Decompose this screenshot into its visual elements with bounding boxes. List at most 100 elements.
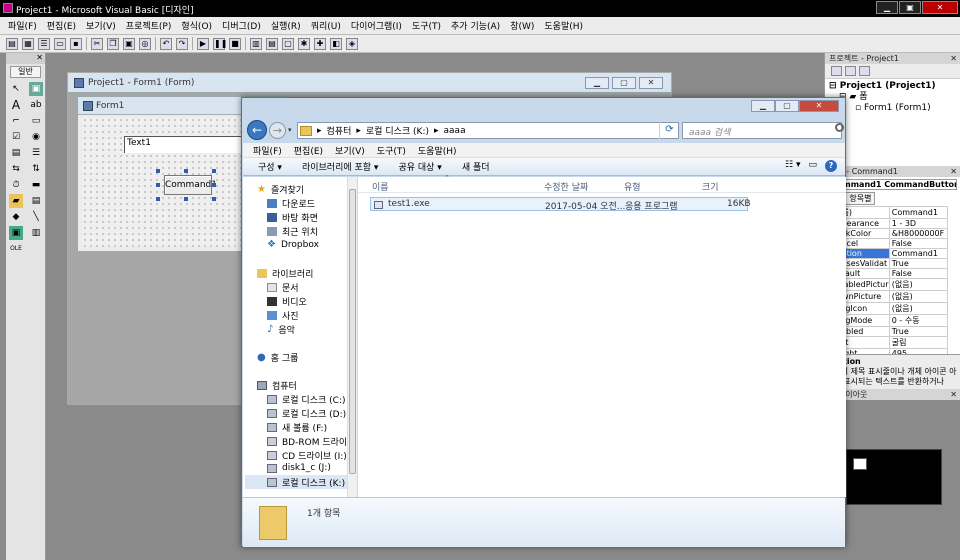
nav-pictures[interactable]: 사진 bbox=[267, 309, 299, 322]
menu-diagram[interactable]: 다이어그램(I) bbox=[349, 19, 404, 32]
shape-tool-icon[interactable]: ◆ bbox=[9, 210, 23, 224]
find-icon[interactable]: ◎ bbox=[139, 37, 151, 50]
nav-disk1-j[interactable]: disk1_c (J:) bbox=[267, 463, 331, 473]
menu-query[interactable]: 쿼리(U) bbox=[309, 19, 343, 32]
object-browser-icon[interactable]: ✱ bbox=[298, 37, 310, 50]
object-selector[interactable]: Command1 CommandButton bbox=[828, 179, 957, 190]
property-value[interactable]: (없음) bbox=[888, 278, 949, 291]
property-value[interactable]: (없음) bbox=[888, 290, 949, 303]
property-row[interactable]: Appearance 1 - 3D bbox=[828, 218, 949, 229]
menu-file[interactable]: 파일(F) bbox=[6, 19, 39, 32]
include-in-library-button[interactable]: 라이브러리에 포함 ▾ bbox=[302, 160, 378, 173]
selection-handle[interactable] bbox=[212, 197, 216, 201]
refresh-button[interactable]: ⟳ bbox=[659, 122, 679, 139]
preview-pane-icon[interactable]: ▭ bbox=[808, 160, 817, 172]
file-row[interactable]: test1.exe 2017-05-04 오전... 응용 프로그램 16KB bbox=[370, 197, 751, 212]
close-button[interactable]: ✕ bbox=[639, 77, 663, 89]
close-icon[interactable]: ✕ bbox=[950, 389, 957, 400]
property-row[interactable]: DisabledPictur (없음) bbox=[828, 278, 949, 291]
property-value[interactable]: Command1 bbox=[888, 248, 949, 259]
toggle-folders-icon[interactable] bbox=[859, 66, 870, 76]
breadcrumb-drive[interactable]: 로컬 디스크 (K:) bbox=[366, 124, 429, 137]
copy-icon[interactable]: ❐ bbox=[107, 37, 119, 50]
tree-leaf[interactable]: ▫ Form1 (Form1) bbox=[829, 103, 956, 114]
toolbox-tab-general[interactable]: 일반 bbox=[10, 66, 41, 78]
close-button[interactable]: ✕ bbox=[922, 1, 958, 14]
selection-handle[interactable] bbox=[212, 183, 216, 187]
timer-tool-icon[interactable]: ⏱ bbox=[9, 178, 23, 192]
start-icon[interactable]: ▶ bbox=[197, 37, 209, 50]
menu-editor-icon[interactable]: ☰ bbox=[38, 37, 50, 50]
breadcrumb-computer[interactable]: 컴퓨터 bbox=[327, 124, 352, 137]
menu-project[interactable]: 프로젝트(P) bbox=[124, 19, 174, 32]
nav-documents[interactable]: 문서 bbox=[267, 281, 299, 294]
nav-cd-drive[interactable]: CD 드라이브 (I:) bbox=[267, 449, 347, 462]
selection-handle[interactable] bbox=[184, 197, 188, 201]
add-form-icon[interactable]: ▦ bbox=[22, 37, 34, 50]
data-tool-icon[interactable]: ▥ bbox=[29, 226, 43, 240]
combobox-tool-icon[interactable]: ▤ bbox=[9, 146, 23, 160]
visual-component-icon[interactable]: ◈ bbox=[346, 37, 358, 50]
commandbutton-tool-icon[interactable]: ▭ bbox=[29, 114, 43, 128]
property-value[interactable]: True bbox=[888, 326, 949, 337]
column-date[interactable]: 수정한 날짜 bbox=[544, 180, 588, 193]
maximize-button[interactable]: ▢ bbox=[612, 77, 636, 89]
property-row[interactable]: Enabled True bbox=[828, 326, 949, 337]
property-value[interactable]: 굴림 bbox=[888, 336, 949, 349]
hscrollbar-tool-icon[interactable]: ⇆ bbox=[9, 162, 23, 176]
column-type[interactable]: 유형 bbox=[624, 180, 641, 193]
back-button[interactable]: ← bbox=[247, 120, 267, 140]
minimize-button[interactable]: ▁ bbox=[751, 100, 775, 112]
nav-dropbox[interactable]: ❖ Dropbox bbox=[267, 239, 319, 250]
image-tool-icon[interactable]: ▣ bbox=[9, 226, 23, 240]
textbox-tool-icon[interactable]: ab bbox=[29, 98, 43, 112]
property-row[interactable]: BackColor &H8000000F bbox=[828, 228, 949, 239]
address-bar[interactable]: ▸ 컴퓨터 ▸ 로컬 디스크 (K:) ▸ aaaa bbox=[297, 122, 679, 139]
nav-drive-c[interactable]: 로컬 디스크 (C:) bbox=[267, 393, 345, 406]
property-row[interactable]: DragIcon (없음) bbox=[828, 302, 949, 315]
menu-run[interactable]: 실행(R) bbox=[269, 19, 303, 32]
line-tool-icon[interactable]: ╲ bbox=[29, 210, 43, 224]
nav-scrollbar-thumb[interactable] bbox=[349, 189, 356, 474]
property-value[interactable]: Command1 bbox=[888, 206, 949, 219]
property-row[interactable]: DragMode 0 - 수동 bbox=[828, 314, 949, 327]
menu-window[interactable]: 창(W) bbox=[508, 19, 536, 32]
checkbox-tool-icon[interactable]: ☑ bbox=[9, 130, 23, 144]
break-icon[interactable]: ❚❚ bbox=[213, 37, 227, 50]
view-options-icon[interactable]: ☷ ▾ bbox=[785, 160, 800, 172]
ole-tool-icon[interactable]: OLE bbox=[9, 242, 23, 256]
view-code-icon[interactable] bbox=[831, 66, 842, 76]
text1-textbox[interactable]: Text1 bbox=[124, 136, 254, 153]
property-value[interactable]: False bbox=[888, 268, 949, 279]
menu-view[interactable]: 보기(V) bbox=[335, 144, 365, 157]
search-input[interactable]: aaaa 검색 bbox=[682, 122, 842, 139]
new-folder-button[interactable]: 새 폴더 bbox=[462, 160, 490, 173]
property-row[interactable]: (이름)Command1 bbox=[828, 206, 949, 219]
selection-handle[interactable] bbox=[156, 169, 160, 173]
nav-music[interactable]: ♪ 음악 bbox=[267, 323, 295, 336]
property-value[interactable]: True bbox=[888, 258, 949, 269]
nav-drive-f[interactable]: 새 볼륨 (F:) bbox=[267, 421, 327, 434]
selection-handle[interactable] bbox=[156, 197, 160, 201]
property-row[interactable]: Caption Command1 bbox=[828, 248, 949, 259]
property-row[interactable]: DownPicture (없음) bbox=[828, 290, 949, 303]
menu-addins[interactable]: 추가 기능(A) bbox=[449, 19, 502, 32]
forward-button[interactable]: → bbox=[269, 122, 286, 139]
property-value[interactable]: &H8000000F bbox=[888, 228, 949, 239]
property-value[interactable]: 1 - 3D bbox=[888, 218, 949, 229]
cut-icon[interactable]: ✂ bbox=[91, 37, 103, 50]
tab-categorized[interactable]: 항목별 bbox=[845, 192, 876, 205]
column-size[interactable]: 크기 bbox=[702, 180, 719, 193]
maximize-button[interactable]: ▣ bbox=[899, 1, 921, 14]
nav-homegroup[interactable]: ● 홈 그룹 bbox=[257, 351, 298, 364]
data-view-icon[interactable]: ◧ bbox=[330, 37, 342, 50]
minimize-button[interactable]: ▁ bbox=[585, 77, 609, 89]
property-row[interactable]: Font굴림 bbox=[828, 336, 949, 349]
filelistbox-tool-icon[interactable]: ▤ bbox=[29, 194, 43, 208]
listbox-tool-icon[interactable]: ☰ bbox=[29, 146, 43, 160]
toolbox-icon[interactable]: ✚ bbox=[314, 37, 326, 50]
pointer-tool-icon[interactable]: ↖ bbox=[9, 82, 23, 96]
nav-drive-k[interactable]: 로컬 디스크 (K:) bbox=[245, 475, 349, 489]
command1-button[interactable]: Command1 bbox=[164, 175, 217, 195]
selection-handle[interactable] bbox=[156, 183, 160, 187]
